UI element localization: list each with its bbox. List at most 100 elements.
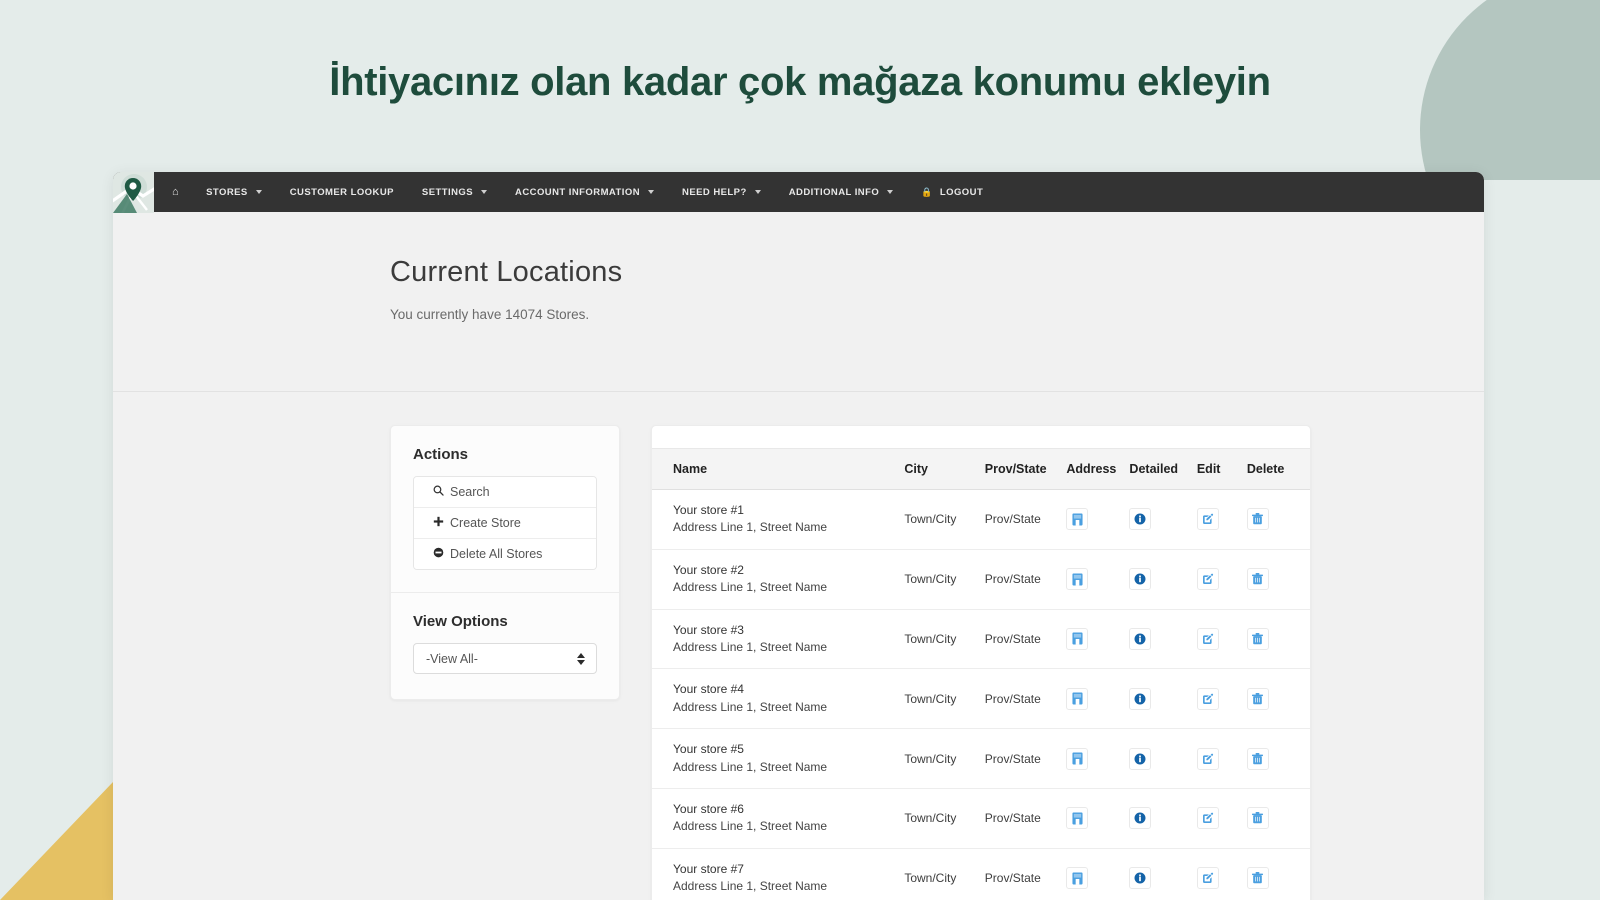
cell-prov: Prov/State [984, 848, 1067, 900]
chevron-down-icon [481, 190, 488, 194]
page-content: Actions Search Create Store Delete All S… [113, 392, 1484, 900]
delete-button[interactable] [1246, 687, 1269, 710]
nav-item-home[interactable]: ⌂ [154, 172, 192, 212]
cell-delete-action [1246, 609, 1310, 670]
edit-button[interactable] [1196, 747, 1219, 770]
edit-button[interactable] [1196, 807, 1219, 830]
detailed-button[interactable] [1129, 627, 1152, 650]
chevron-down-icon [648, 190, 655, 194]
nav-item-need-help[interactable]: NEED HELP? [668, 172, 775, 212]
map-book-icon [1072, 632, 1083, 645]
table-row: Your store #4 Address Line 1, Street Name… [652, 668, 1310, 730]
page-header: Current Locations You currently have 140… [113, 212, 1484, 392]
address-button[interactable] [1066, 627, 1089, 650]
locations-table-card: Name City Prov/State Address Detailed Ed… [651, 425, 1311, 900]
info-circle-icon [1134, 573, 1146, 585]
map-pin-logo[interactable] [113, 172, 154, 213]
detailed-button[interactable] [1129, 508, 1152, 531]
store-address: Address Line 1, Street Name [673, 879, 828, 894]
view-options-panel: View Options -View All- [391, 592, 619, 696]
address-button[interactable] [1066, 867, 1089, 890]
map-book-icon [1072, 573, 1083, 586]
map-book-icon [1072, 872, 1083, 885]
detailed-button[interactable] [1129, 687, 1152, 710]
edit-button[interactable] [1196, 867, 1219, 890]
col-header-name[interactable]: Name [652, 448, 905, 490]
nav-item-customer-lookup[interactable]: CUSTOMER LOOKUP [276, 172, 408, 212]
chevron-updown-icon [577, 652, 585, 665]
action-delete-all-stores[interactable]: Delete All Stores [414, 538, 596, 569]
nav-item-additional-info[interactable]: ADDITIONAL INFO [775, 172, 908, 212]
edit-button[interactable] [1196, 687, 1219, 710]
page-title: Current Locations [390, 256, 623, 288]
address-button[interactable] [1066, 568, 1089, 591]
address-button[interactable] [1066, 747, 1089, 770]
edit-button[interactable] [1196, 627, 1219, 650]
action-search[interactable]: Search [414, 477, 596, 507]
trash-icon [1252, 513, 1264, 525]
nav-label-customer-lookup: CUSTOMER LOOKUP [289, 186, 394, 198]
cell-address-action [1066, 788, 1130, 849]
cell-city: Town/City [904, 728, 985, 789]
cell-detailed-action [1129, 848, 1197, 900]
address-button[interactable] [1066, 508, 1089, 531]
table-row: Your store #6 Address Line 1, Street Name… [652, 788, 1310, 849]
cell-prov: Prov/State [984, 668, 1067, 730]
delete-button[interactable] [1246, 747, 1269, 770]
sidebar-card: Actions Search Create Store Delete All S… [390, 425, 620, 700]
info-circle-icon [1134, 812, 1146, 824]
address-button[interactable] [1066, 687, 1089, 710]
top-navbar: ⌂ STORES CUSTOMER LOOKUP SETTINGS ACCOUN… [113, 172, 1484, 213]
pencil-square-icon [1202, 812, 1214, 824]
page-headline: İhtiyacınız olan kadar çok mağaza konumu… [329, 60, 1271, 104]
detailed-button[interactable] [1129, 807, 1152, 830]
table-header: Name City Prov/State Address Detailed Ed… [652, 448, 1310, 490]
pencil-square-icon [1202, 633, 1214, 645]
detailed-button[interactable] [1129, 747, 1152, 770]
table-body: Your store #1 Address Line 1, Street Name… [652, 489, 1310, 900]
detailed-button[interactable] [1129, 568, 1152, 591]
nav-item-stores[interactable]: STORES [192, 172, 276, 212]
nav-item-account-information[interactable]: ACCOUNT INFORMATION [501, 172, 668, 212]
col-header-address[interactable]: Address [1066, 448, 1130, 490]
cell-delete-action [1246, 549, 1310, 610]
cell-name: Your store #3 Address Line 1, Street Name [652, 609, 905, 670]
trash-icon [1252, 632, 1264, 645]
view-options-select[interactable]: -View All- [413, 643, 597, 674]
action-create-store[interactable]: Create Store [414, 507, 596, 538]
cell-name: Your store #5 Address Line 1, Street Name [652, 728, 905, 789]
col-header-detailed[interactable]: Detailed [1129, 448, 1197, 490]
detailed-button[interactable] [1129, 867, 1152, 890]
cell-edit-action [1196, 489, 1247, 550]
delete-button[interactable] [1246, 568, 1269, 591]
pencil-square-icon [1202, 693, 1214, 705]
col-header-delete[interactable]: Delete [1246, 448, 1310, 490]
nav-item-settings[interactable]: SETTINGS [408, 172, 501, 212]
col-header-city[interactable]: City [904, 448, 985, 490]
map-book-icon [1072, 752, 1083, 765]
map-pin-logo-icon [113, 172, 154, 213]
edit-button[interactable] [1196, 508, 1219, 531]
cell-delete-action [1246, 848, 1310, 900]
edit-button[interactable] [1196, 568, 1219, 591]
info-circle-icon [1134, 693, 1146, 705]
address-button[interactable] [1066, 807, 1089, 830]
nav-item-logout[interactable]: 🔒 LOGOUT [907, 172, 997, 212]
store-name: Your store #3 [673, 622, 744, 637]
nav-label-account-information: ACCOUNT INFORMATION [515, 186, 641, 198]
minus-circle-icon [433, 547, 444, 561]
plus-icon [433, 516, 444, 530]
table-row: Your store #1 Address Line 1, Street Name… [652, 489, 1310, 550]
col-header-edit[interactable]: Edit [1196, 448, 1247, 490]
col-header-prov[interactable]: Prov/State [984, 448, 1067, 490]
delete-button[interactable] [1246, 508, 1269, 531]
delete-button[interactable] [1246, 627, 1269, 650]
delete-button[interactable] [1246, 867, 1269, 890]
pencil-square-icon [1202, 872, 1214, 884]
map-book-icon [1072, 692, 1083, 705]
pencil-square-icon [1202, 513, 1214, 525]
delete-button[interactable] [1246, 807, 1269, 830]
trash-icon [1252, 752, 1264, 765]
browser-window: ⌂ STORES CUSTOMER LOOKUP SETTINGS ACCOUN… [113, 172, 1484, 900]
trash-icon [1252, 812, 1264, 824]
